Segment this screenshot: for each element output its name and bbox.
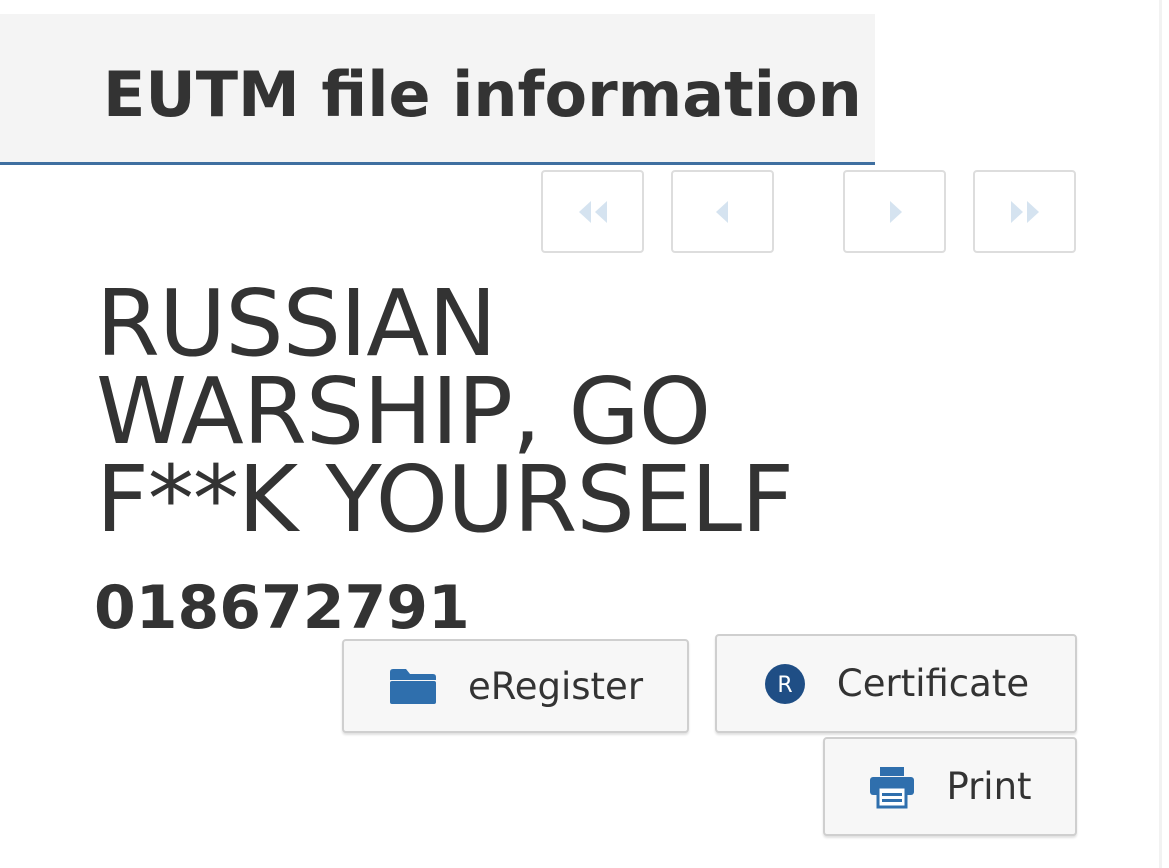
top-strip — [0, 0, 1169, 14]
page-edge — [1159, 0, 1162, 868]
trademark-name-line: WARSHIP, GO — [96, 358, 711, 465]
header-tab: EUTM file information — [0, 14, 875, 165]
certificate-button[interactable]: R Certificate — [715, 634, 1077, 733]
next-record-button[interactable] — [843, 170, 946, 253]
file-number: 018672791 — [94, 573, 470, 643]
trademark-name: RUSSIAN WARSHIP, GO F**K YOURSELF — [96, 270, 1056, 553]
eregister-label: eRegister — [467, 664, 644, 708]
print-button[interactable]: Print — [823, 737, 1077, 836]
double-chevron-right-icon — [1010, 200, 1039, 223]
last-record-button[interactable] — [973, 170, 1076, 253]
previous-record-button[interactable] — [671, 170, 774, 253]
chevron-left-icon — [715, 200, 728, 223]
folder-icon — [388, 666, 438, 706]
registered-icon: R — [763, 662, 807, 706]
print-label: Print — [946, 765, 1032, 808]
page-title: EUTM file information — [103, 58, 862, 131]
double-chevron-left-icon — [578, 200, 607, 223]
eregister-button[interactable]: eRegister — [342, 639, 689, 733]
certificate-label: Certificate — [836, 662, 1030, 705]
first-record-button[interactable] — [541, 170, 644, 253]
printer-icon — [868, 765, 916, 809]
trademark-name-line: F**K YOURSELF — [96, 446, 794, 553]
svg-text:R: R — [777, 673, 792, 698]
chevron-right-icon — [889, 200, 902, 223]
trademark-name-line: RUSSIAN — [96, 270, 497, 377]
